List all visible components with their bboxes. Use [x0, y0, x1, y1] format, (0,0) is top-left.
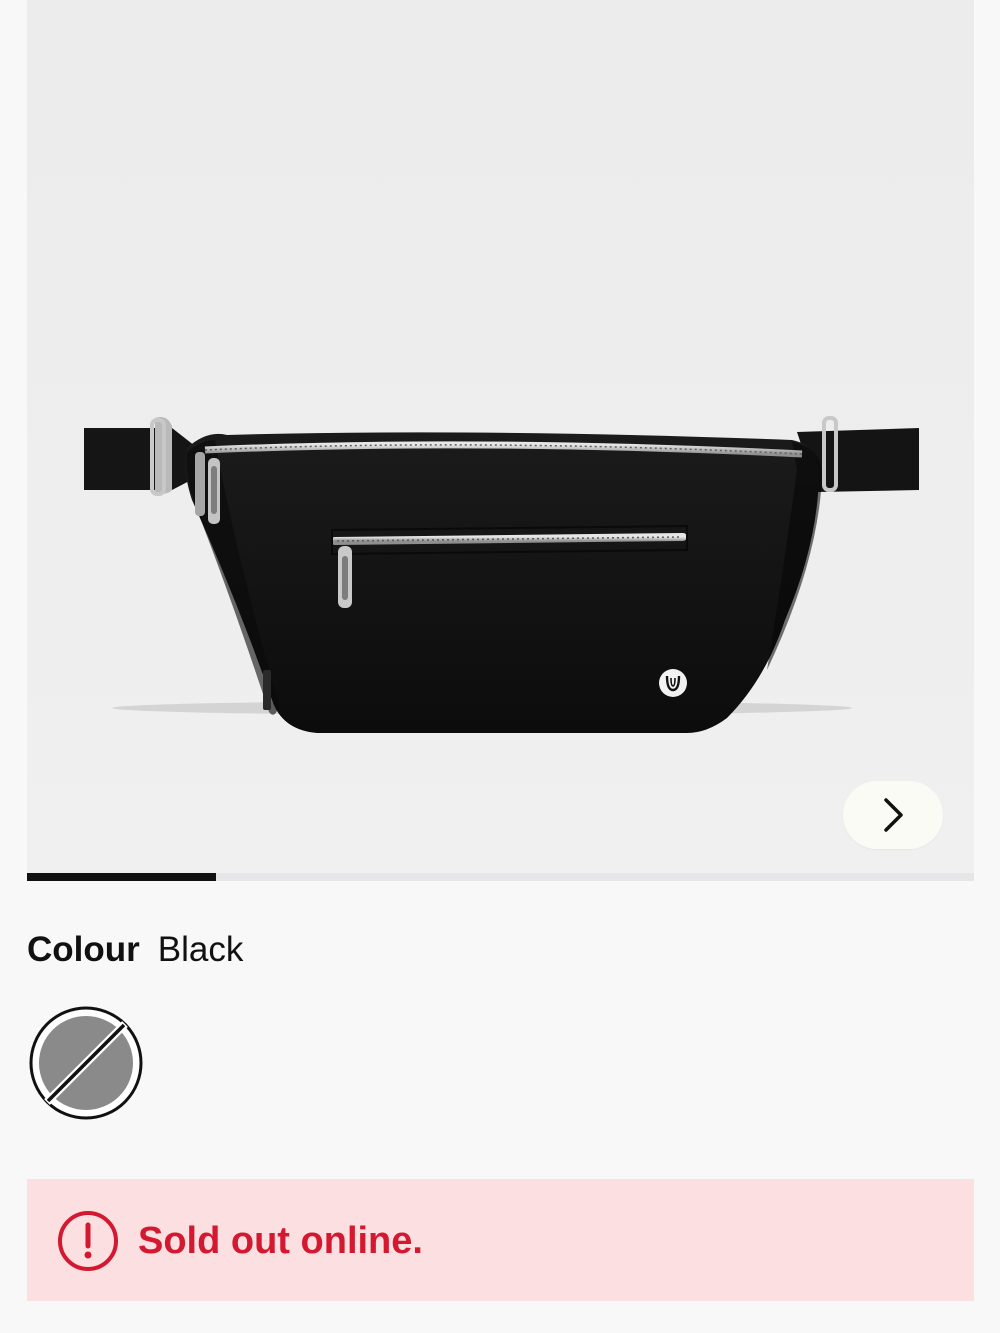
exclamation-circle-icon — [58, 1211, 118, 1271]
next-image-button[interactable] — [843, 781, 943, 849]
gallery-progress-fill — [27, 873, 217, 881]
colour-value: Black — [157, 930, 244, 969]
colour-label: Colour — [27, 930, 140, 969]
colour-selection-row: Colour Black — [27, 928, 243, 972]
product-page: Colour Black Sold out online. — [0, 0, 1000, 1333]
colour-swatch-black[interactable] — [28, 1005, 144, 1121]
sold-out-message: Sold out online. — [138, 1220, 423, 1262]
product-image-gallery[interactable] — [27, 0, 974, 873]
product-image — [84, 416, 919, 733]
chevron-right-icon — [884, 798, 903, 832]
gallery-progress-bar — [27, 873, 974, 881]
unavailable-swatch-icon — [29, 1006, 143, 1120]
